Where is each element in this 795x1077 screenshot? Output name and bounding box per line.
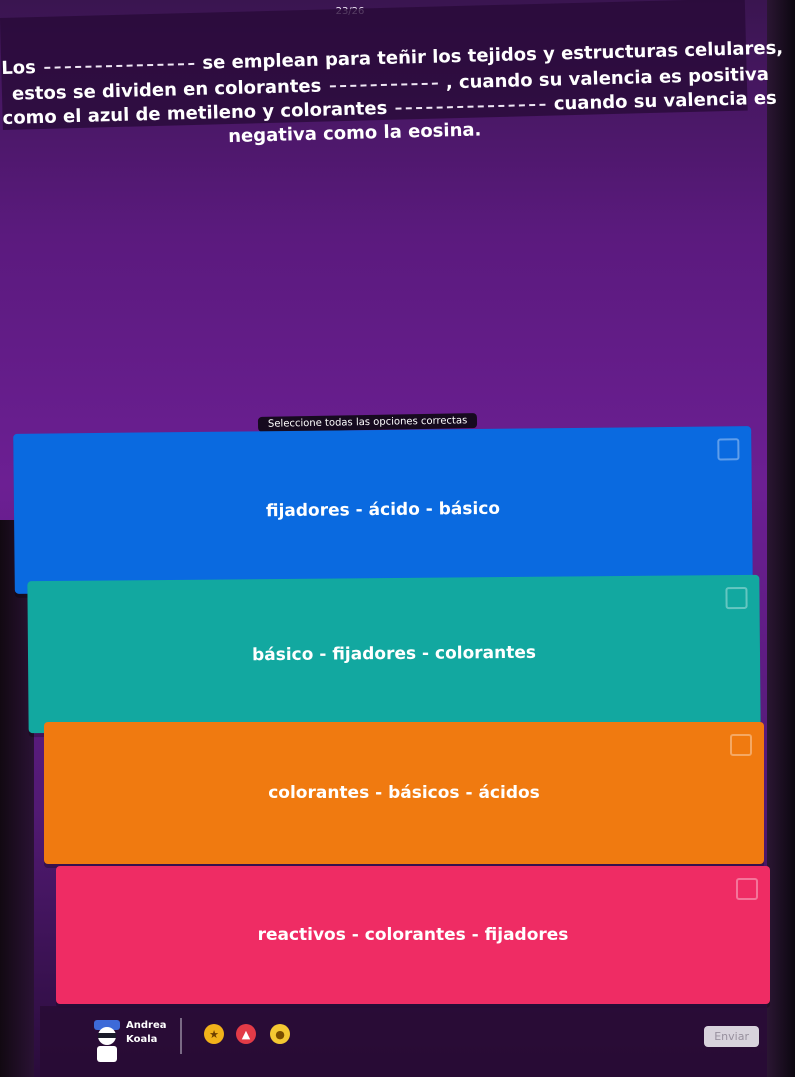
powerup-coin-icon[interactable]: ● (270, 1024, 290, 1044)
question-text: cuando su valencia es (553, 87, 778, 115)
question-line-4: negativa como la eosina. (227, 119, 482, 148)
checkbox-icon[interactable] (736, 878, 758, 900)
question-card: Los se emplean para teñir los tejidos y … (0, 0, 783, 147)
powerup-rocket-icon[interactable]: ▲ (236, 1024, 256, 1044)
answer-option-4[interactable]: reactivos - colorantes - fijadores (56, 866, 770, 1004)
answer-option-label: fijadores - ácido - básico (265, 498, 501, 522)
blank-3 (395, 103, 546, 110)
blank-2 (329, 82, 438, 88)
player-avatar-icon (94, 1020, 120, 1062)
answer-option-label: colorantes - básicos - ácidos (268, 783, 540, 803)
answer-option-2[interactable]: básico - fijadores - colorantes (27, 574, 761, 734)
footer-bar: Andrea Koala ★ ▲ ● Enviar (40, 1006, 767, 1077)
answer-option-label: reactivos - colorantes - fijadores (257, 925, 569, 945)
answer-option-3[interactable]: colorantes - básicos - ácidos (44, 722, 764, 864)
checkbox-icon[interactable] (717, 438, 740, 461)
checkbox-icon[interactable] (730, 734, 752, 756)
answer-option-1[interactable]: fijadores - ácido - básico (13, 426, 753, 594)
device-bezel-right (767, 0, 795, 1077)
player-last-name: Koala (126, 1034, 158, 1045)
answer-option-label: básico - fijadores - colorantes (251, 642, 537, 666)
player-first-name: Andrea (126, 1020, 167, 1031)
powerup-streak-icon[interactable]: ★ (204, 1024, 224, 1044)
blank-1 (44, 62, 195, 69)
checkbox-icon[interactable] (725, 586, 748, 610)
send-button[interactable]: Enviar (704, 1026, 759, 1047)
footer-divider (180, 1018, 182, 1054)
question-text: Los (1, 57, 37, 79)
